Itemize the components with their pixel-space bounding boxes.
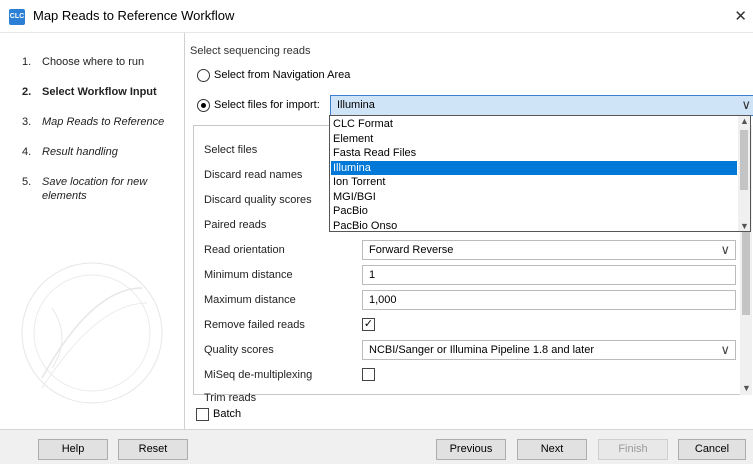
step-label: Save location for new elements: [42, 176, 148, 202]
step-number: 5.: [22, 176, 32, 188]
close-icon[interactable]: ✕: [734, 7, 747, 25]
minimum-distance-value: 1: [369, 269, 376, 281]
format-option-pacbio-onso[interactable]: PacBio Onso: [331, 219, 737, 232]
radio-button-selected[interactable]: [197, 99, 210, 112]
dialog-footer: Help Reset Previous Next Finish Cancel: [0, 429, 753, 464]
import-format-select[interactable]: Illumina ∨: [330, 95, 753, 116]
next-button[interactable]: Next: [517, 439, 587, 460]
import-format-value: Illumina: [337, 99, 375, 111]
scroll-up-arrow-icon[interactable]: ▲: [740, 116, 749, 126]
format-option-fasta[interactable]: Fasta Read Files: [331, 146, 737, 161]
format-option-mgi-bgi[interactable]: MGI/BGI: [331, 190, 737, 205]
maximum-distance-label: Maximum distance: [204, 294, 296, 306]
remove-failed-reads-label: Remove failed reads: [204, 319, 305, 331]
batch-label: Batch: [213, 408, 242, 420]
step-number: 3.: [22, 116, 32, 128]
maximum-distance-value: 1,000: [369, 294, 397, 306]
finish-button[interactable]: Finish: [598, 439, 668, 460]
window-title: Map Reads to Reference Workflow: [33, 8, 235, 23]
radio-label: Select files for import:: [214, 99, 320, 111]
read-orientation-value: Forward Reverse: [369, 244, 454, 256]
minimum-distance-input[interactable]: 1: [362, 265, 736, 285]
cancel-button[interactable]: Cancel: [678, 439, 746, 460]
miseq-demultiplexing-label: MiSeq de-multiplexing: [204, 369, 313, 381]
step-label: Result handling: [42, 146, 118, 158]
step-number: 1.: [22, 56, 32, 68]
step-number: 2.: [22, 86, 32, 98]
wizard-steps-sidebar: 1. Choose where to run 2. Select Workflo…: [0, 33, 185, 429]
previous-button[interactable]: Previous: [436, 439, 506, 460]
minimum-distance-label: Minimum distance: [204, 269, 293, 281]
quality-scores-select[interactable]: NCBI/Sanger or Illumina Pipeline 1.8 and…: [362, 340, 736, 360]
quality-scores-label: Quality scores: [204, 344, 274, 356]
remove-failed-reads-checkbox[interactable]: ✓: [362, 318, 375, 331]
help-button[interactable]: Help: [38, 439, 108, 460]
scroll-down-arrow-icon[interactable]: ▼: [742, 383, 751, 393]
format-option-clc[interactable]: CLC Format: [331, 117, 737, 132]
dropdown-scrollbar[interactable]: ▲ ▼: [738, 116, 750, 231]
radio-label: Select from Navigation Area: [214, 69, 351, 81]
step-label: Map Reads to Reference: [42, 116, 165, 128]
quality-scores-value: NCBI/Sanger or Illumina Pipeline 1.8 and…: [369, 344, 595, 356]
maximum-distance-input[interactable]: 1,000: [362, 290, 736, 310]
import-format-dropdown-list[interactable]: CLC Format Element Fasta Read Files Illu…: [329, 115, 751, 232]
discard-quality-scores-label: Discard quality scores: [204, 194, 312, 206]
section-title: Select sequencing reads: [190, 45, 311, 57]
format-option-illumina[interactable]: Illumina: [331, 160, 737, 175]
chevron-down-icon: ∨: [720, 242, 730, 257]
chevron-down-icon: ∨: [720, 342, 730, 357]
step-label: Select Workflow Input: [42, 86, 157, 98]
format-option-element[interactable]: Element: [331, 132, 737, 147]
read-orientation-select[interactable]: Forward Reverse ∨: [362, 240, 736, 260]
format-option-pacbio[interactable]: PacBio: [331, 204, 737, 219]
miseq-demultiplexing-checkbox[interactable]: [362, 368, 375, 381]
scroll-down-arrow-icon[interactable]: ▼: [740, 221, 749, 231]
select-files-label: Select files: [204, 144, 258, 156]
reset-button[interactable]: Reset: [118, 439, 188, 460]
read-orientation-label: Read orientation: [204, 244, 285, 256]
workflow-input-panel: Select sequencing reads Select from Navi…: [185, 33, 753, 429]
step-label: Choose where to run: [42, 56, 145, 68]
dna-watermark-icon: [21, 262, 163, 404]
app-icon: CLC: [9, 9, 25, 25]
trim-reads-label: Trim reads: [204, 392, 257, 404]
title-bar: CLC Map Reads to Reference Workflow ✕: [0, 0, 753, 33]
chevron-down-icon: ∨: [741, 97, 751, 112]
radio-button[interactable]: [197, 69, 210, 82]
paired-reads-label: Paired reads: [204, 219, 267, 231]
batch-checkbox[interactable]: [196, 408, 209, 421]
format-option-ion-torrent[interactable]: Ion Torrent: [331, 175, 737, 190]
scrollbar-thumb[interactable]: [740, 130, 748, 190]
step-number: 4.: [22, 146, 32, 158]
discard-read-names-label: Discard read names: [204, 169, 303, 181]
